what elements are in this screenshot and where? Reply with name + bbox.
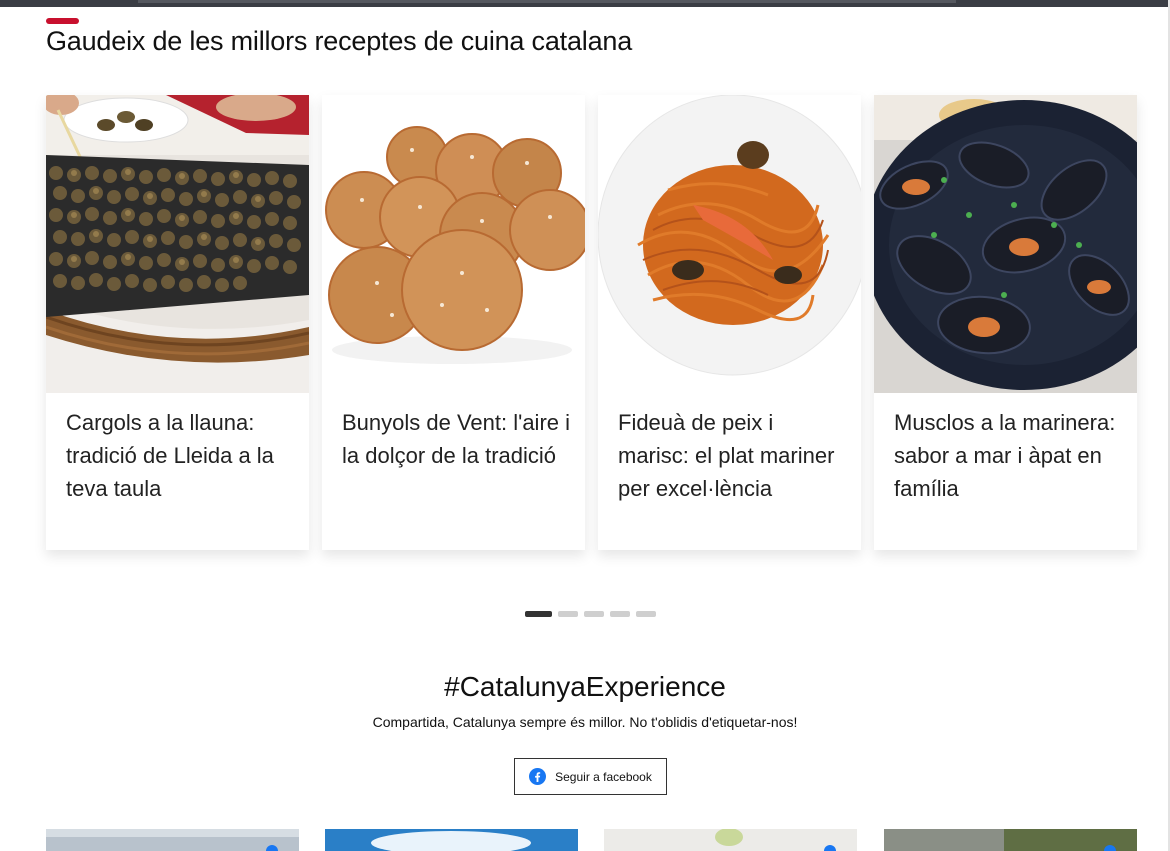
social-subtitle: Compartida, Catalunya sempre és millor. …	[372, 714, 798, 730]
social-post-photo	[325, 829, 578, 851]
social-feed-tile[interactable]	[884, 829, 1137, 851]
recipes-section-title: Gaudeix de les millors receptes de cuina…	[46, 26, 633, 56]
carousel-dot[interactable]	[636, 611, 656, 617]
follow-facebook-button[interactable]: Seguir a facebook	[514, 758, 667, 795]
recipe-card[interactable]: Bunyols de Vent: l'aire i la dolçor de l…	[322, 95, 585, 550]
carousel-dot[interactable]	[584, 611, 604, 617]
recipe-card-image[interactable]	[322, 95, 585, 393]
snails-photo	[46, 95, 309, 393]
recipe-card-title[interactable]: Musclos a la marinera: sabor a mar i àpa…	[894, 406, 1122, 505]
recipe-card[interactable]: Cargols a la llauna: tradició de Lleida …	[46, 95, 309, 550]
recipe-card-image[interactable]	[46, 95, 309, 393]
facebook-icon	[529, 768, 547, 785]
fideua-photo	[598, 95, 861, 393]
recipe-card-image[interactable]	[598, 95, 861, 393]
carousel-dot[interactable]	[610, 611, 630, 617]
social-post-photo	[46, 829, 299, 851]
browser-top-bar-inner	[138, 0, 956, 3]
social-post-photo	[604, 829, 857, 851]
social-post-photo	[884, 829, 1137, 851]
section-accent-bar	[46, 18, 79, 24]
recipe-card-image[interactable]	[874, 95, 1137, 393]
mussels-photo	[874, 95, 1137, 393]
follow-facebook-label: Seguir a facebook	[555, 769, 652, 784]
recipe-card[interactable]: Musclos a la marinera: sabor a mar i àpa…	[874, 95, 1137, 550]
social-feed-tile[interactable]	[325, 829, 578, 851]
social-hashtag-title: #CatalunyaExperience	[444, 671, 726, 702]
carousel-dot[interactable]	[558, 611, 578, 617]
social-feed-tile[interactable]	[46, 829, 299, 851]
recipe-card-title[interactable]: Fideuà de peix i marisc: el plat mariner…	[618, 406, 846, 505]
recipe-card[interactable]: Fideuà de peix i marisc: el plat mariner…	[598, 95, 861, 550]
browser-top-bar	[0, 0, 1170, 7]
fritters-photo	[322, 95, 585, 393]
social-feed-tile[interactable]	[604, 829, 857, 851]
recipe-card-title[interactable]: Cargols a la llauna: tradició de Lleida …	[66, 406, 294, 505]
carousel-dot-active[interactable]	[525, 611, 552, 617]
recipe-card-title[interactable]: Bunyols de Vent: l'aire i la dolçor de l…	[342, 406, 570, 472]
